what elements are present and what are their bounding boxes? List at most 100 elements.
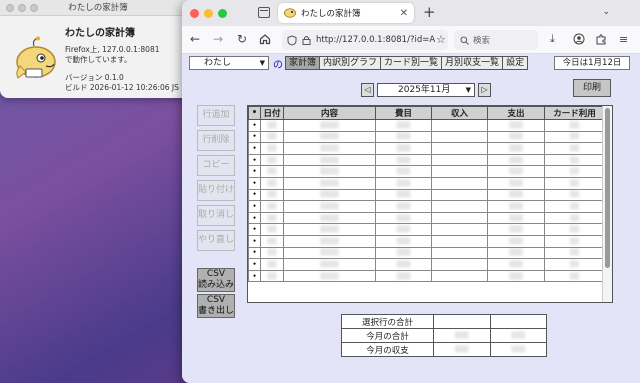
table-cell[interactable]: ▒▒▒▒: [283, 200, 376, 213]
redo-button[interactable]: やり直し: [197, 230, 235, 251]
table-cell[interactable]: ▒▒▒: [375, 188, 432, 202]
table-cell[interactable]: ▒▒▒▒: [283, 119, 376, 132]
copy-button[interactable]: コピー: [197, 155, 235, 176]
minimize-dot[interactable]: [18, 4, 26, 12]
row-select-marker[interactable]: •: [248, 200, 261, 213]
table-cell[interactable]: ▒▒▒: [487, 165, 545, 178]
table-cell[interactable]: ▒▒▒▒: [283, 223, 376, 236]
forward-icon[interactable]: →: [213, 32, 223, 46]
delete-row-button[interactable]: 行削除: [197, 130, 235, 151]
table-row[interactable]: • ▒▒ ▒▒▒▒ ▒▒▒ ▒▒▒ ▒▒: [248, 176, 605, 190]
table-cell[interactable]: ▒▒▒: [487, 258, 545, 271]
tab-category-graph[interactable]: 内訳別グラフ: [320, 56, 382, 70]
table-cell[interactable]: ▒▒: [544, 200, 605, 213]
table-cell[interactable]: ▒▒▒: [487, 153, 545, 167]
table-row[interactable]: • ▒▒ ▒▒▒▒ ▒▒▒ ▒▒▒ ▒▒: [248, 165, 605, 178]
paste-button[interactable]: 貼り付け: [197, 180, 235, 201]
tab-kakeibo[interactable]: わたしの家計簿 ✕: [278, 3, 414, 23]
undo-button[interactable]: 取り消し: [197, 205, 235, 226]
row-select-marker[interactable]: •: [248, 119, 261, 132]
table-cell[interactable]: ▒▒: [260, 269, 284, 283]
table-cell[interactable]: ▒▒▒: [487, 234, 545, 248]
reload-icon[interactable]: ↻: [237, 32, 247, 46]
table-cell[interactable]: [431, 142, 488, 155]
table-cell[interactable]: [431, 130, 488, 144]
table-cell[interactable]: ▒▒▒: [375, 165, 432, 178]
row-select-marker[interactable]: •: [248, 258, 261, 271]
table-cell[interactable]: ▒▒: [260, 176, 284, 190]
print-button[interactable]: 印刷: [573, 79, 611, 97]
table-row[interactable]: • ▒▒ ▒▒▒▒ ▒▒▒ ▒▒▒ ▒▒: [248, 211, 605, 225]
table-cell[interactable]: ▒▒▒: [487, 269, 545, 283]
table-cell[interactable]: ▒▒▒: [375, 153, 432, 167]
table-cell[interactable]: [431, 269, 488, 283]
table-cell[interactable]: ▒▒▒▒: [283, 176, 376, 190]
prev-month-button[interactable]: ◁: [361, 83, 374, 97]
table-cell[interactable]: ▒▒▒▒: [283, 165, 376, 178]
table-row[interactable]: • ▒▒ ▒▒▒▒ ▒▒▒ ▒▒▒ ▒▒: [248, 130, 605, 144]
table-cell[interactable]: ▒▒▒▒: [283, 258, 376, 271]
table-cell[interactable]: ▒▒▒: [375, 176, 432, 190]
table-row[interactable]: • ▒▒ ▒▒▒▒ ▒▒▒ ▒▒▒ ▒▒: [248, 258, 605, 271]
url-bar[interactable]: http://127.0.0.1:8081/?id=A: [282, 30, 448, 50]
maximize-dot[interactable]: [30, 4, 38, 12]
row-select-marker[interactable]: •: [248, 223, 261, 236]
table-row[interactable]: • ▒▒ ▒▒▒▒ ▒▒▒ ▒▒▒ ▒▒: [248, 153, 605, 167]
table-cell[interactable]: ▒▒▒: [487, 176, 545, 190]
table-cell[interactable]: ▒▒▒: [375, 246, 432, 260]
table-cell[interactable]: ▒▒: [544, 165, 605, 178]
tab-list-icon[interactable]: [258, 7, 270, 18]
month-select[interactable]: 2025年11月 ▼: [377, 83, 475, 97]
scrollbar-thumb[interactable]: [605, 108, 610, 268]
fullscreen-window-button[interactable]: [218, 9, 227, 18]
table-row[interactable]: • ▒▒ ▒▒▒▒ ▒▒▒ ▒▒▒ ▒▒: [248, 200, 605, 213]
table-cell[interactable]: ▒▒: [260, 211, 284, 225]
csv-import-button[interactable]: CSV 読み込み: [197, 268, 235, 292]
table-cell[interactable]: ▒▒▒: [487, 119, 545, 132]
new-tab-button[interactable]: +: [423, 3, 436, 21]
table-cell[interactable]: ▒▒: [260, 142, 284, 155]
table-cell[interactable]: ▒▒: [544, 153, 605, 167]
tab-monthly-balance[interactable]: 月別収支一覧: [442, 56, 504, 70]
table-cell[interactable]: ▒▒▒: [375, 119, 432, 132]
table-cell[interactable]: ▒▒▒▒: [283, 130, 376, 144]
table-cell[interactable]: [431, 200, 488, 213]
table-cell[interactable]: [431, 258, 488, 271]
chevron-down-icon[interactable]: ⌄: [602, 7, 610, 17]
table-cell[interactable]: ▒▒: [544, 188, 605, 202]
table-row[interactable]: • ▒▒ ▒▒▒▒ ▒▒▒ ▒▒▒ ▒▒: [248, 119, 605, 132]
table-cell[interactable]: ▒▒▒▒: [283, 246, 376, 260]
csv-export-button[interactable]: CSV 書き出し: [197, 294, 235, 318]
table-row[interactable]: • ▒▒ ▒▒▒▒ ▒▒▒ ▒▒▒ ▒▒: [248, 234, 605, 248]
table-cell[interactable]: ▒▒: [260, 246, 284, 260]
add-row-button[interactable]: 行追加: [197, 105, 235, 126]
table-cell[interactable]: [431, 188, 488, 202]
table-row[interactable]: • ▒▒ ▒▒▒▒ ▒▒▒ ▒▒▒ ▒▒: [248, 246, 605, 260]
table-cell[interactable]: ▒▒: [544, 269, 605, 283]
bookmark-star-icon[interactable]: ☆: [436, 33, 446, 47]
table-row[interactable]: • ▒▒ ▒▒▒▒ ▒▒▒ ▒▒▒ ▒▒: [248, 223, 605, 236]
table-cell[interactable]: ▒▒▒: [487, 211, 545, 225]
table-cell[interactable]: [431, 119, 488, 132]
table-cell[interactable]: ▒▒▒: [375, 211, 432, 225]
table-cell[interactable]: ▒▒: [544, 176, 605, 190]
row-select-marker[interactable]: •: [248, 269, 261, 283]
row-select-marker[interactable]: •: [248, 130, 261, 144]
table-cell[interactable]: ▒▒: [544, 130, 605, 144]
table-cell[interactable]: ▒▒▒▒: [283, 142, 376, 155]
tab-card-list[interactable]: カード別一覧: [381, 56, 443, 70]
table-row[interactable]: • ▒▒ ▒▒▒▒ ▒▒▒ ▒▒▒ ▒▒: [248, 188, 605, 202]
extensions-icon[interactable]: [595, 33, 607, 45]
row-select-marker[interactable]: •: [248, 176, 261, 190]
table-cell[interactable]: ▒▒▒: [487, 223, 545, 236]
table-cell[interactable]: [431, 234, 488, 248]
shield-icon[interactable]: [287, 34, 297, 46]
table-cell[interactable]: ▒▒▒: [375, 142, 432, 155]
table-cell[interactable]: ▒▒: [260, 223, 284, 236]
row-select-marker[interactable]: •: [248, 246, 261, 260]
table-cell[interactable]: [431, 153, 488, 167]
menu-icon[interactable]: ≡: [619, 33, 628, 47]
ledger-scrollbar[interactable]: [602, 106, 612, 302]
table-cell[interactable]: ▒▒: [260, 130, 284, 144]
search-input[interactable]: 検索: [454, 30, 538, 50]
